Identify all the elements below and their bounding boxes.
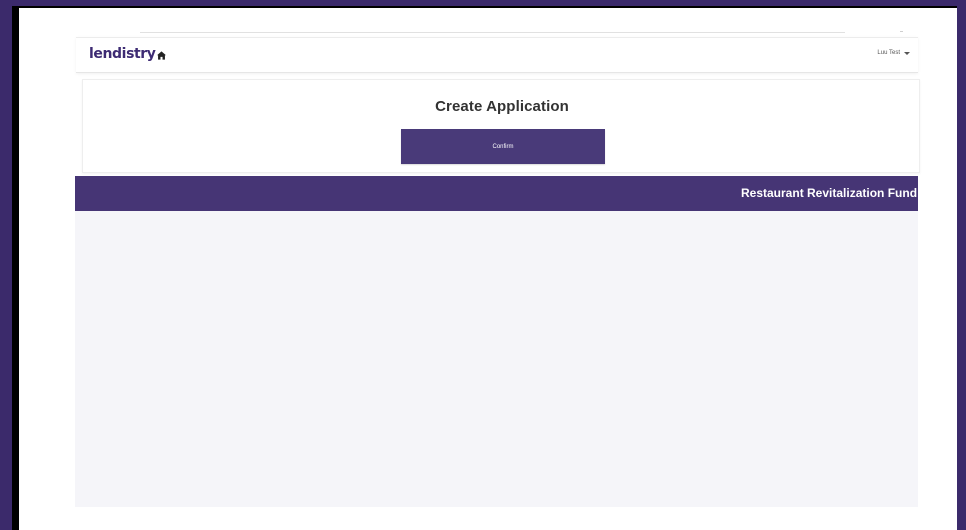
main-content-area	[75, 211, 918, 507]
confirm-button[interactable]: Confirm	[401, 129, 605, 164]
app-header: lendistry Luu Test	[76, 37, 918, 73]
program-title: Restaurant Revitalization Fund	[741, 186, 918, 200]
top-divider	[140, 32, 845, 33]
user-name: Luu Test	[877, 50, 900, 56]
page-title: Create Application	[435, 98, 569, 115]
user-menu[interactable]: Luu Test	[877, 48, 910, 58]
program-banner: Restaurant Revitalization Fund	[75, 176, 918, 211]
chevron-down-icon[interactable]	[904, 51, 910, 55]
home-icon[interactable]	[156, 50, 167, 61]
top-divider-tick	[900, 31, 903, 32]
lendistry-logo[interactable]: lendistry	[89, 46, 156, 62]
